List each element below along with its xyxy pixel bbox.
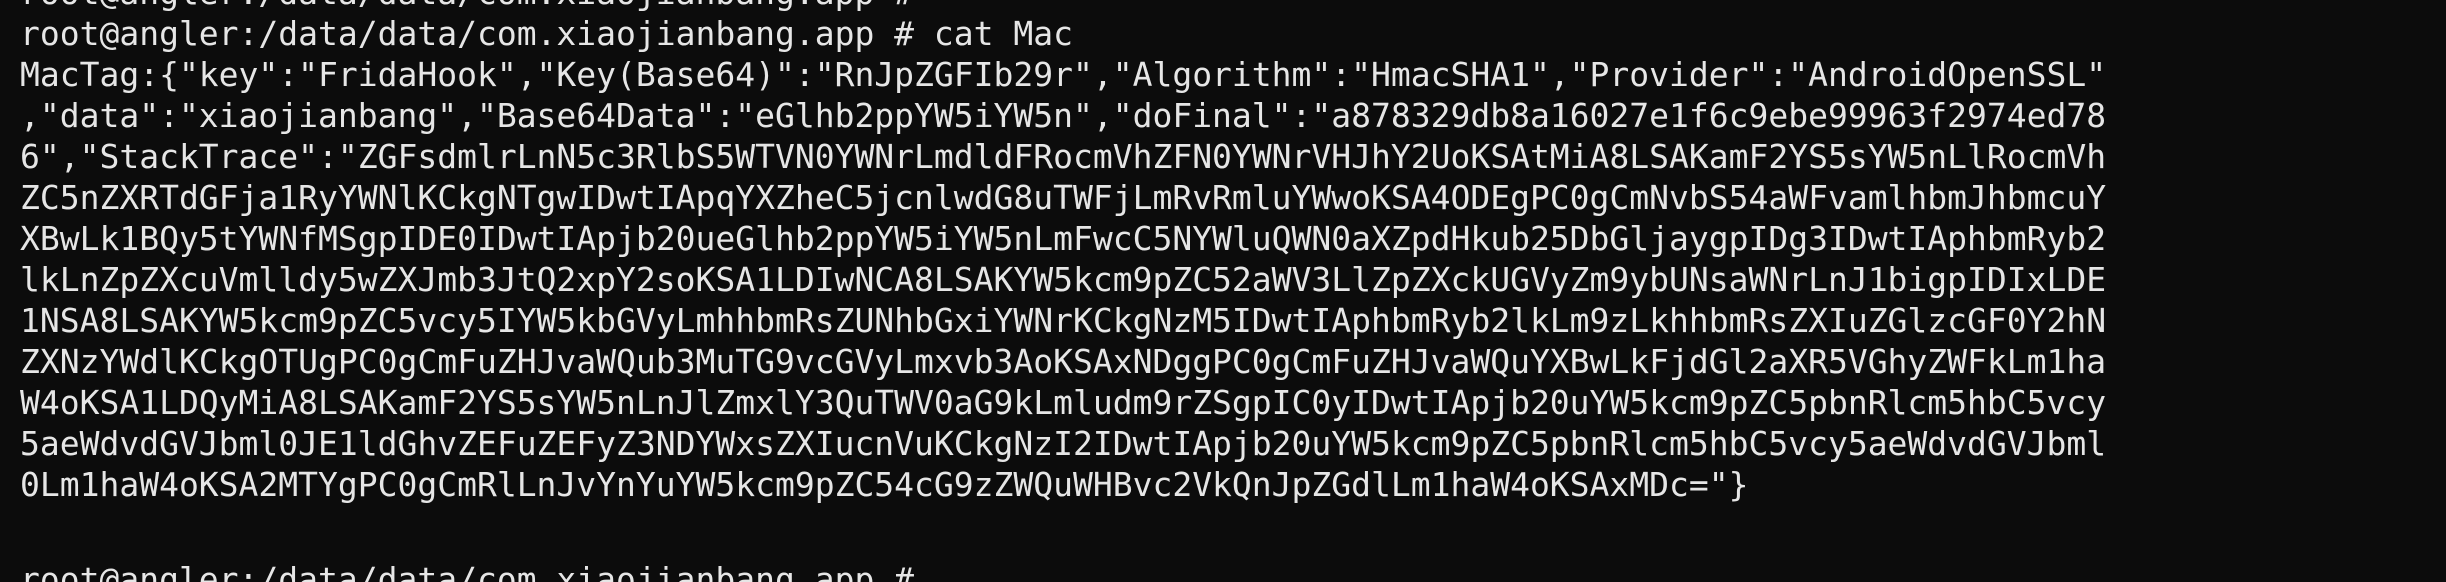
output-line: ZXNzYWdlKCkgOTUgPC0gCmFuZHJvaWQub3MuTG9v… xyxy=(20,342,2107,381)
command-text: cat Mac xyxy=(933,14,1073,53)
output-line: 1NSA8LSAKYW5kcm9pZC5vcy5IYW5kbGVyLmhhbmR… xyxy=(20,301,2107,340)
command-prompt-line: root@angler:/data/data/com.xiaojianbang.… xyxy=(20,13,1073,54)
output-line: 5aeWdvdGVJbml0JE1ldGhvZEFuZEFyZ3NDYWxsZX… xyxy=(20,424,2107,463)
output-line: W4oKSA1LDQyMiA8LSAKamF2YS5sYW5nLnJlZmxlY… xyxy=(20,383,2107,422)
output-line: MacTag:{"key":"FridaHook","Key(Base64)":… xyxy=(20,55,2107,94)
output-line: 0Lm1haW4oKSA2MTYgPC0gCmRlLnJvYnYuYW5kcm9… xyxy=(20,465,1749,504)
next-prompt-line: root@angler:/data/data/com.xiaojianbang.… xyxy=(20,560,915,582)
output-line: ,"data":"xiaojianbang","Base64Data":"eGl… xyxy=(20,96,2107,135)
previous-prompt-line: root@angler:/data/data/com.xiaojianbang.… xyxy=(20,0,914,13)
output-line: 6","StackTrace":"ZGFsdmlrLnN5c3RlbS5WTVN… xyxy=(20,137,2107,176)
output-line: ZC5nZXRTdGFja1RyYWNlKCkgNTgwIDwtIApqYXZh… xyxy=(20,178,2107,217)
shell-prompt: root@angler:/data/data/com.xiaojianbang.… xyxy=(20,14,934,53)
output-line: XBwLk1BQy5tYWNfMSgpIDE0IDwtIApjb20ueGlhb… xyxy=(20,219,2107,258)
terminal-window[interactable]: root@angler:/data/data/com.xiaojianbang.… xyxy=(0,0,2446,582)
command-output: MacTag:{"key":"FridaHook","Key(Base64)":… xyxy=(20,54,2438,505)
output-line: lkLnZpZXcuVmlldy5wZXJmb3JtQ2xpY2soKSA1LD… xyxy=(20,260,2107,299)
